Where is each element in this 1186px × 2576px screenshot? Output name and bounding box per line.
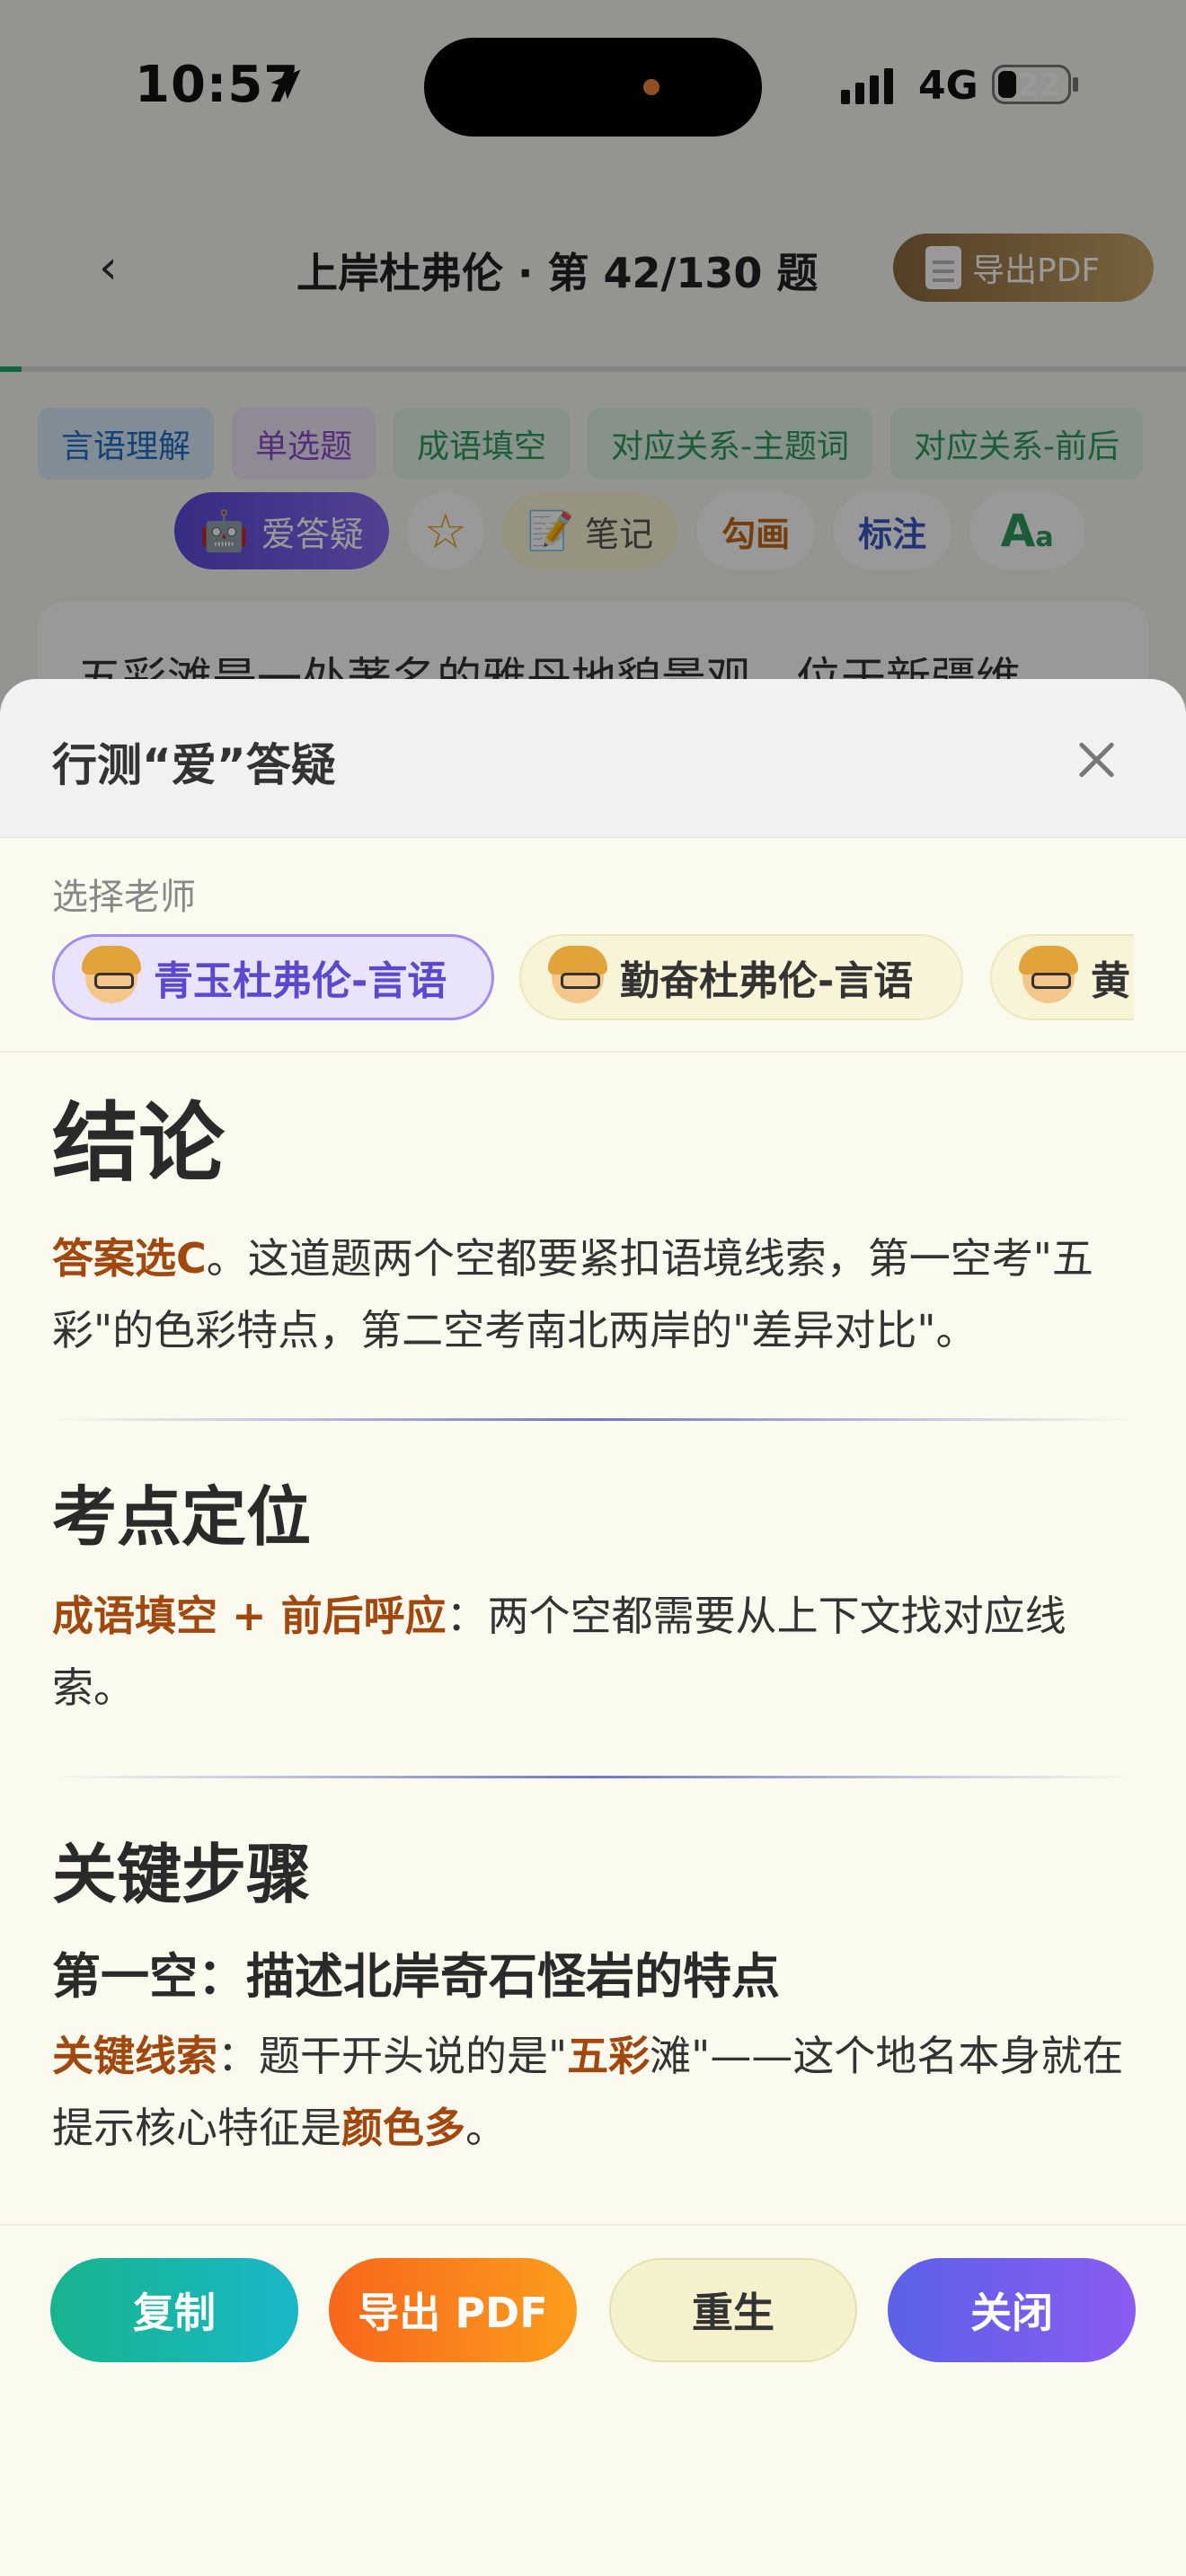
ai-answer-sheet: 行测“爱”答疑 选择老师 青玉杜弗伦-言语 勤奋杜弗伦-言语 黄 结论 答案选C… bbox=[0, 679, 1186, 2576]
step-subheading: 第一空：描述北岸奇石怪岩的特点 bbox=[52, 1947, 780, 2005]
sheet-footer: 复制 导出 PDF 重生 关闭 bbox=[0, 2224, 1186, 2576]
step-text: 关键线索：题干开头说的是"五彩滩"——这个地名本身就在提示核心特征是颜色多。 bbox=[52, 2031, 1124, 2152]
regenerate-button[interactable]: 重生 bbox=[609, 2258, 857, 2362]
copy-button[interactable]: 复制 bbox=[50, 2258, 298, 2362]
answer-content: 结论 答案选C。这道题两个空都要紧扣语境线索，第一空考"五彩"的色彩特点，第二空… bbox=[52, 1092, 1134, 2164]
teacher-selector: 青玉杜弗伦-言语 勤奋杜弗伦-言语 黄 bbox=[52, 934, 1134, 1024]
section-divider bbox=[52, 1775, 1134, 1778]
steps-heading: 关键步骤 bbox=[52, 1836, 312, 1912]
teacher-option-3[interactable]: 黄 bbox=[990, 934, 1134, 1020]
sheet-title: 行测“爱”答疑 bbox=[52, 739, 336, 791]
conclusion-text: 答案选C。这道题两个空都要紧扣语境线索，第一空考"五彩"的色彩特点，第二空考南北… bbox=[52, 1234, 1093, 1355]
teacher-select-label: 选择老师 bbox=[52, 877, 196, 918]
teacher-avatar-icon bbox=[548, 946, 607, 1003]
teacher-option-2[interactable]: 勤奋杜弗伦-言语 bbox=[519, 934, 963, 1020]
section-divider bbox=[52, 1418, 1134, 1422]
divider bbox=[0, 1051, 1186, 1053]
point-text: 成语填空 + 前后呼应：两个空都需要从上下文找对应线索。 bbox=[52, 1591, 1067, 1712]
point-heading: 考点定位 bbox=[52, 1479, 312, 1556]
teacher-avatar-icon bbox=[1019, 946, 1078, 1003]
teacher-option-1[interactable]: 青玉杜弗伦-言语 bbox=[52, 934, 494, 1020]
conclusion-heading: 结论 bbox=[52, 1093, 225, 1194]
close-button[interactable]: 关闭 bbox=[888, 2258, 1136, 2362]
export-pdf-footer-button[interactable]: 导出 PDF bbox=[329, 2258, 577, 2362]
sheet-header: 行测“爱”答疑 bbox=[0, 679, 1186, 838]
close-icon[interactable] bbox=[1069, 733, 1123, 787]
teacher-avatar-icon bbox=[82, 946, 141, 1003]
